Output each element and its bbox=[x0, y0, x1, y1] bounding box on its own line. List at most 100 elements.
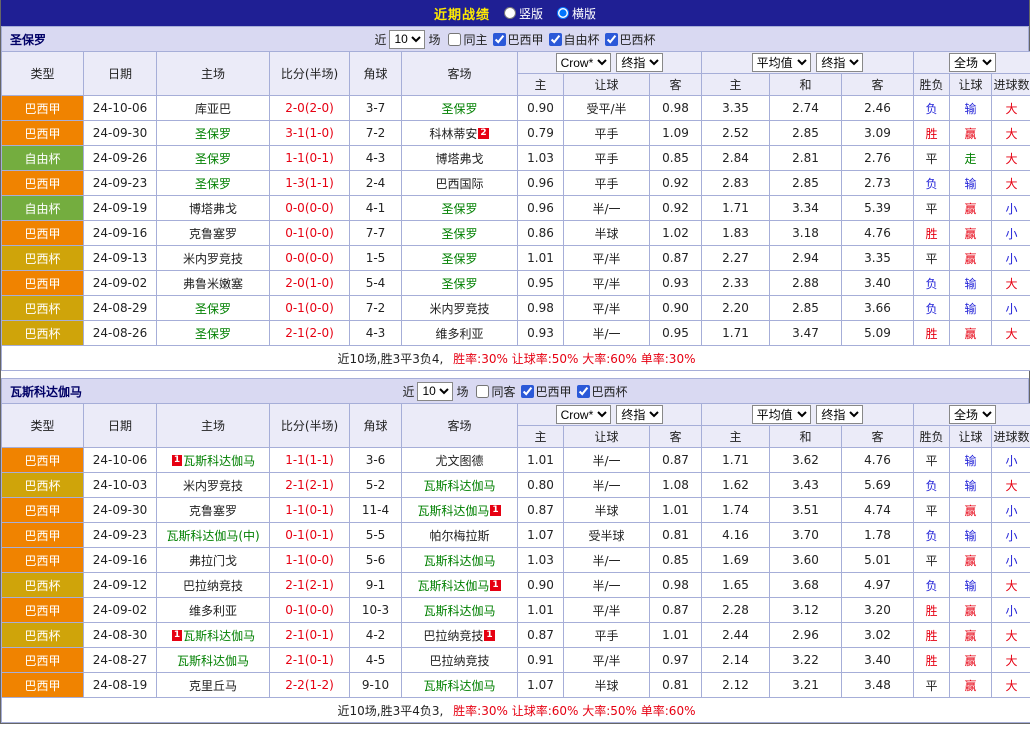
match-score[interactable]: 1-1(0-1) bbox=[270, 146, 350, 171]
league-type-badge: 巴西杯 bbox=[2, 623, 84, 648]
team-link[interactable]: 瓦斯科达伽马 bbox=[423, 604, 495, 618]
team-link[interactable]: 巴拉纳竞技 bbox=[423, 629, 483, 643]
team-link[interactable]: 库亚巴 bbox=[195, 102, 231, 116]
avg-final-select[interactable]: 终指 bbox=[816, 53, 863, 72]
team-link[interactable]: 圣保罗 bbox=[195, 302, 231, 316]
filter-checkbox-同主[interactable] bbox=[448, 33, 461, 46]
filter-checkbox-同客[interactable] bbox=[476, 385, 489, 398]
filter-option-巴西杯[interactable]: 巴西杯 bbox=[605, 31, 656, 48]
filter-checkbox-巴西杯[interactable] bbox=[577, 385, 590, 398]
layout-option-vertical[interactable]: 竖版 bbox=[504, 5, 543, 22]
odds-source-select[interactable]: Crow* bbox=[556, 53, 611, 72]
result-outcome: 平 bbox=[914, 673, 950, 698]
filter-option-同主[interactable]: 同主 bbox=[448, 31, 487, 48]
team-link[interactable]: 弗鲁米嫩塞 bbox=[183, 277, 243, 291]
team-link[interactable]: 圣保罗 bbox=[195, 327, 231, 341]
team-link[interactable]: 米内罗竞技 bbox=[183, 479, 243, 493]
team-link[interactable]: 科林蒂安 bbox=[429, 127, 477, 141]
team-link[interactable]: 博塔弗戈 bbox=[189, 202, 237, 216]
match-score[interactable]: 1-1(0-0) bbox=[270, 548, 350, 573]
team-link[interactable]: 瓦斯科达伽马 bbox=[417, 504, 489, 518]
team-link[interactable]: 圣保罗 bbox=[195, 177, 231, 191]
odds-source-select[interactable]: Crow* bbox=[556, 405, 611, 424]
match-score[interactable]: 2-1(2-1) bbox=[270, 573, 350, 598]
match-score[interactable]: 2-1(2-0) bbox=[270, 321, 350, 346]
scope-select[interactable]: 全场 bbox=[949, 53, 996, 72]
match-score[interactable]: 0-1(0-0) bbox=[270, 221, 350, 246]
team-link[interactable]: 瓦斯科达伽马 bbox=[423, 679, 495, 693]
ah-away-odds: 0.81 bbox=[650, 523, 702, 548]
team-link[interactable]: 瓦斯科达伽马 bbox=[423, 554, 495, 568]
avg-select[interactable]: 平均值 bbox=[752, 405, 811, 424]
team-link[interactable]: 圣保罗 bbox=[441, 202, 477, 216]
filter-checkbox-自由杯[interactable] bbox=[549, 33, 562, 46]
team-link[interactable]: 维多利亚 bbox=[435, 327, 483, 341]
result-handicap: 输 bbox=[950, 448, 992, 473]
result-handicap: 输 bbox=[950, 473, 992, 498]
horizontal-radio-input[interactable] bbox=[557, 7, 569, 19]
filter-checkbox-巴西甲[interactable] bbox=[521, 385, 534, 398]
filter-option-巴西杯[interactable]: 巴西杯 bbox=[577, 383, 628, 400]
scope-select[interactable]: 全场 bbox=[949, 405, 996, 424]
team-link[interactable]: 瓦斯科达伽马 bbox=[423, 479, 495, 493]
avg-final-select[interactable]: 终指 bbox=[816, 405, 863, 424]
match-score[interactable]: 0-0(0-0) bbox=[270, 196, 350, 221]
team-link[interactable]: 巴西国际 bbox=[435, 177, 483, 191]
filter-option-同客[interactable]: 同客 bbox=[476, 383, 515, 400]
vertical-radio-input[interactable] bbox=[504, 7, 516, 19]
team-link[interactable]: 博塔弗戈 bbox=[435, 152, 483, 166]
team-link[interactable]: 瓦斯科达伽马 bbox=[417, 579, 489, 593]
match-score[interactable]: 0-1(0-1) bbox=[270, 523, 350, 548]
team-link[interactable]: 圣保罗 bbox=[441, 252, 477, 266]
filter-option-巴西甲[interactable]: 巴西甲 bbox=[521, 383, 572, 400]
recent-count-select[interactable]: 10 bbox=[417, 382, 453, 401]
team-link[interactable]: 瓦斯科达伽马 bbox=[177, 654, 249, 668]
layout-option-horizontal[interactable]: 横版 bbox=[557, 5, 596, 22]
filter-option-自由杯[interactable]: 自由杯 bbox=[549, 31, 600, 48]
team-link[interactable]: 圣保罗 bbox=[441, 227, 477, 241]
team-link[interactable]: 克里丘马 bbox=[189, 679, 237, 693]
match-score[interactable]: 1-1(1-1) bbox=[270, 448, 350, 473]
match-score[interactable]: 2-0(1-0) bbox=[270, 271, 350, 296]
match-score[interactable]: 3-1(1-0) bbox=[270, 121, 350, 146]
match-score[interactable]: 0-0(0-0) bbox=[270, 246, 350, 271]
ah-away-odds: 0.85 bbox=[650, 146, 702, 171]
team-link[interactable]: 米内罗竞技 bbox=[183, 252, 243, 266]
handicap-final-select[interactable]: 终指 bbox=[616, 53, 663, 72]
filter-checkbox-巴西杯[interactable] bbox=[605, 33, 618, 46]
match-score[interactable]: 1-3(1-1) bbox=[270, 171, 350, 196]
match-score[interactable]: 2-1(0-1) bbox=[270, 623, 350, 648]
team-link[interactable]: 克鲁塞罗 bbox=[189, 227, 237, 241]
team-link[interactable]: 帕尔梅拉斯 bbox=[429, 529, 489, 543]
result-goals: 大 bbox=[992, 121, 1030, 146]
col-score: 比分(半场) bbox=[270, 404, 350, 448]
avg-select[interactable]: 平均值 bbox=[752, 53, 811, 72]
handicap-final-select[interactable]: 终指 bbox=[616, 405, 663, 424]
team-link[interactable]: 巴拉纳竞技 bbox=[429, 654, 489, 668]
team-link[interactable]: 圣保罗 bbox=[441, 277, 477, 291]
recent-count-select[interactable]: 10 bbox=[389, 30, 425, 49]
team-link[interactable]: 圣保罗 bbox=[195, 127, 231, 141]
ah-home-odds: 1.01 bbox=[518, 448, 564, 473]
team-link[interactable]: 瓦斯科达伽马(中) bbox=[166, 529, 259, 543]
team-link[interactable]: 圣保罗 bbox=[195, 152, 231, 166]
match-score[interactable]: 1-1(0-1) bbox=[270, 498, 350, 523]
filter-option-巴西甲[interactable]: 巴西甲 bbox=[493, 31, 544, 48]
team-link[interactable]: 弗拉门戈 bbox=[189, 554, 237, 568]
team-link[interactable]: 瓦斯科达伽马 bbox=[183, 629, 255, 643]
team-link[interactable]: 巴拉纳竞技 bbox=[183, 579, 243, 593]
filter-checkbox-巴西甲[interactable] bbox=[493, 33, 506, 46]
match-score[interactable]: 2-1(2-1) bbox=[270, 473, 350, 498]
match-score[interactable]: 2-0(2-0) bbox=[270, 96, 350, 121]
match-score[interactable]: 2-1(0-1) bbox=[270, 648, 350, 673]
match-row: 巴西杯24-09-13米内罗竞技0-0(0-0)1-5圣保罗1.01平/半0.8… bbox=[2, 246, 1030, 271]
match-score[interactable]: 0-1(0-0) bbox=[270, 598, 350, 623]
team-link[interactable]: 克鲁塞罗 bbox=[189, 504, 237, 518]
team-link[interactable]: 尤文图德 bbox=[435, 454, 483, 468]
team-link[interactable]: 圣保罗 bbox=[441, 102, 477, 116]
match-score[interactable]: 2-2(1-2) bbox=[270, 673, 350, 698]
team-link[interactable]: 维多利亚 bbox=[189, 604, 237, 618]
match-score[interactable]: 0-1(0-0) bbox=[270, 296, 350, 321]
team-link[interactable]: 瓦斯科达伽马 bbox=[183, 454, 255, 468]
team-link[interactable]: 米内罗竞技 bbox=[429, 302, 489, 316]
